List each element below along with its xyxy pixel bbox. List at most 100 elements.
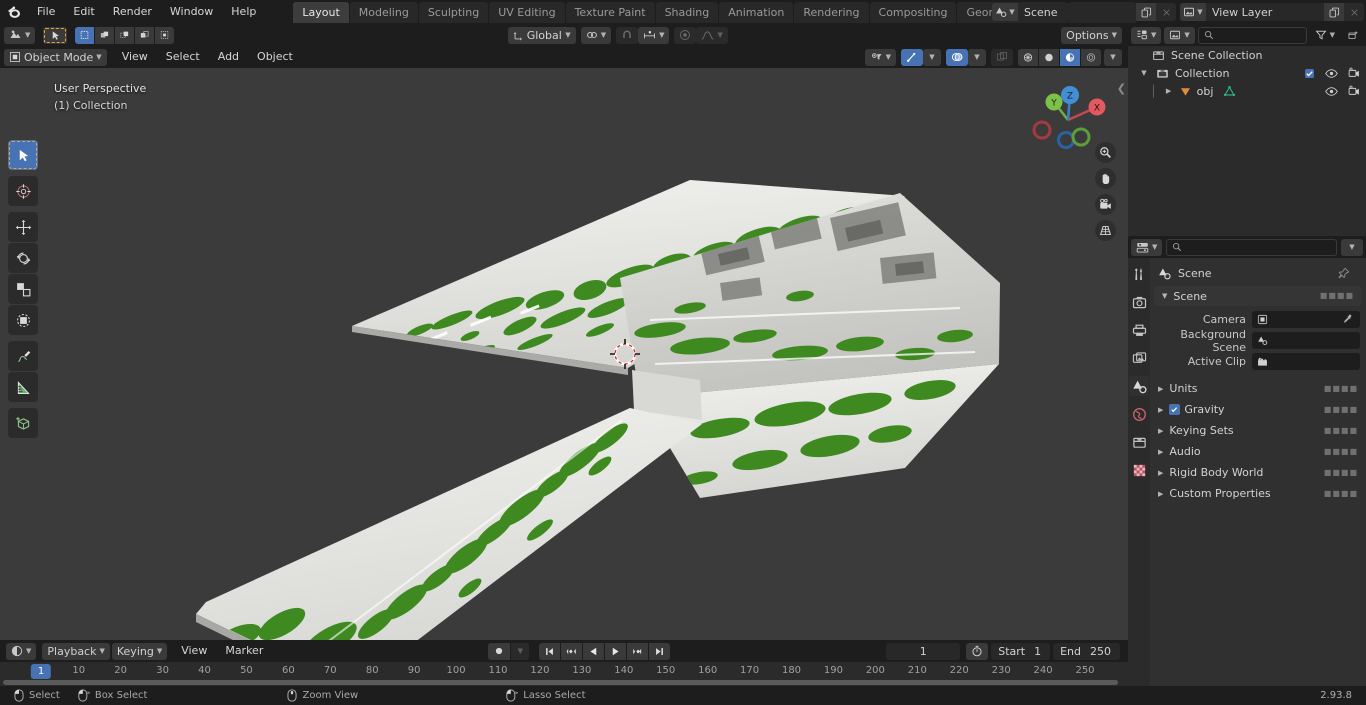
transform-orientation-dropdown[interactable]: Global ▼	[507, 26, 576, 44]
overlays-dropdown[interactable]: ▼	[968, 48, 986, 66]
output-printer-icon[interactable]	[1129, 320, 1149, 340]
prev-keyframe-icon[interactable]	[561, 642, 583, 660]
collection-box-icon[interactable]	[1129, 432, 1149, 452]
record-dot-icon[interactable]	[488, 642, 511, 660]
outliner-row-scene-collection[interactable]: Scene Collection	[1128, 46, 1366, 64]
menu-help[interactable]: Help	[222, 3, 265, 21]
expander-down-icon[interactable]: ▼	[1138, 69, 1150, 77]
tab-sculpting[interactable]: Sculpting	[418, 1, 489, 23]
grid-perspective-icon[interactable]	[1095, 220, 1116, 241]
tab-compositing[interactable]: Compositing	[869, 1, 957, 23]
view-layer-icon[interactable]: ▼	[1180, 3, 1206, 21]
view-layer-name-field[interactable]: View Layer	[1206, 3, 1324, 21]
keying-dropdown[interactable]: Keying ▼	[111, 642, 168, 660]
add-cube-tool-button[interactable]	[8, 408, 38, 438]
collection-checkbox[interactable]	[1304, 68, 1315, 79]
select-box-icon[interactable]	[75, 26, 95, 44]
viewport-menu-add[interactable]: Add	[209, 48, 248, 66]
new-collection-icon[interactable]	[1343, 27, 1363, 44]
menu-render[interactable]: Render	[104, 3, 161, 21]
move-tool-button[interactable]	[8, 212, 38, 242]
keying-sets-panel-header[interactable]: ▶ Keying Sets ■■■■	[1150, 420, 1366, 441]
properties-options-dropdown[interactable]: ▼	[1341, 238, 1363, 256]
annotate-tool-button[interactable]	[8, 341, 38, 371]
overlays-icon[interactable]	[946, 48, 968, 66]
snap-target-icon[interactable]: ▼	[580, 26, 612, 44]
pin-icon[interactable]	[1338, 267, 1350, 279]
gizmo-dropdown[interactable]: ▼	[923, 48, 941, 66]
camera-icon[interactable]	[1095, 194, 1116, 215]
proportional-edit-icon[interactable]	[674, 26, 697, 44]
blender-logo-icon[interactable]	[0, 0, 28, 24]
scene-name-field[interactable]: Scene	[1018, 3, 1136, 21]
shading-rendered-icon[interactable]	[1081, 48, 1101, 66]
current-frame-field[interactable]: 1	[886, 642, 961, 660]
shading-solid-icon[interactable]	[1039, 48, 1059, 66]
outliner-search-input[interactable]	[1197, 26, 1307, 44]
eyedropper-icon[interactable]	[1341, 314, 1355, 325]
magnet-icon[interactable]	[616, 26, 639, 44]
view-layer-images-icon[interactable]	[1129, 348, 1149, 368]
editor-type-3dview-icon[interactable]: ▼	[4, 26, 36, 44]
chevron-left-icon[interactable]: ❮	[1117, 82, 1126, 95]
next-keyframe-icon[interactable]	[627, 642, 649, 660]
object-mode-dropdown[interactable]: Object Mode ▼	[4, 48, 107, 66]
menu-edit[interactable]: Edit	[64, 3, 103, 21]
camera-render-icon[interactable]	[1348, 85, 1360, 97]
eye-icon[interactable]	[1325, 85, 1338, 98]
rigid-body-world-panel-header[interactable]: ▶ Rigid Body World ■■■■	[1150, 462, 1366, 483]
properties-search-input[interactable]	[1166, 238, 1337, 256]
tweak-tool-button[interactable]	[8, 140, 38, 170]
tab-uv-editing[interactable]: UV Editing	[489, 1, 565, 23]
background-scene-field[interactable]	[1252, 332, 1360, 349]
outliner-row-obj[interactable]: │ ▶ obj	[1128, 82, 1366, 100]
xray-icon[interactable]	[991, 48, 1013, 66]
expander-right-icon[interactable]: ▶	[1163, 87, 1175, 95]
unlink-view-layer-icon[interactable]	[1344, 3, 1364, 21]
options-dropdown[interactable]: Options ▼	[1061, 26, 1122, 44]
scene-cone-icon[interactable]	[1129, 376, 1149, 396]
gizmo-icon[interactable]	[901, 48, 923, 66]
shading-wireframe-icon[interactable]	[1018, 48, 1038, 66]
outliner-row-collection[interactable]: ▼ Collection	[1128, 64, 1366, 82]
magnifier-icon[interactable]	[1095, 142, 1116, 163]
rotate-tool-button[interactable]	[8, 243, 38, 273]
render-camera-icon[interactable]	[1129, 292, 1149, 312]
gravity-checkbox[interactable]	[1169, 404, 1181, 415]
custom-properties-panel-header[interactable]: ▶ Custom Properties ■■■■	[1150, 483, 1366, 504]
menu-window[interactable]: Window	[161, 3, 222, 21]
shading-dropdown[interactable]: ▼	[1104, 48, 1122, 66]
auto-keying-dropdown[interactable]: ▼	[511, 642, 530, 660]
tab-shading[interactable]: Shading	[655, 1, 719, 23]
timeline-editor-icon[interactable]: ▼	[6, 642, 37, 660]
scene-panel-header[interactable]: ▼ Scene ■■■■	[1154, 286, 1362, 306]
funnel-icon[interactable]: ▼	[1310, 27, 1340, 44]
select-extend-icon[interactable]	[95, 26, 115, 44]
timeline-scrollbar[interactable]	[3, 680, 1118, 685]
select-invert-icon[interactable]	[135, 26, 155, 44]
select-intersect-icon[interactable]	[155, 26, 175, 44]
select-subtract-icon[interactable]	[115, 26, 135, 44]
unlink-scene-icon[interactable]	[1156, 3, 1176, 21]
object-visibility-icon[interactable]: ▼	[864, 48, 896, 66]
frame-start-field[interactable]: Start 1	[991, 642, 1051, 660]
timeline-menu-view[interactable]: View	[172, 642, 216, 660]
jump-start-icon[interactable]	[539, 642, 561, 660]
tab-rendering[interactable]: Rendering	[794, 1, 869, 23]
duplicate-icon[interactable]	[1136, 3, 1156, 21]
transform-tool-button[interactable]	[8, 305, 38, 335]
jump-end-icon[interactable]	[649, 642, 671, 660]
cursor-tool-button[interactable]	[8, 176, 38, 206]
outliner-view-layer-icon[interactable]: ▼	[1131, 26, 1162, 44]
texture-checker-icon[interactable]	[1129, 460, 1149, 480]
measure-tool-button[interactable]	[8, 372, 38, 402]
tab-animation[interactable]: Animation	[719, 1, 794, 23]
menu-file[interactable]: File	[28, 3, 64, 21]
timeline-playhead[interactable]: 1	[30, 664, 52, 679]
viewport-menu-object[interactable]: Object	[248, 48, 302, 66]
camera-render-icon[interactable]	[1348, 67, 1360, 79]
tab-modeling[interactable]: Modeling	[349, 1, 418, 23]
properties-editor-icon[interactable]: ▼	[1131, 238, 1163, 256]
eye-icon[interactable]	[1325, 67, 1338, 80]
playback-dropdown[interactable]: Playback ▼	[42, 642, 110, 660]
